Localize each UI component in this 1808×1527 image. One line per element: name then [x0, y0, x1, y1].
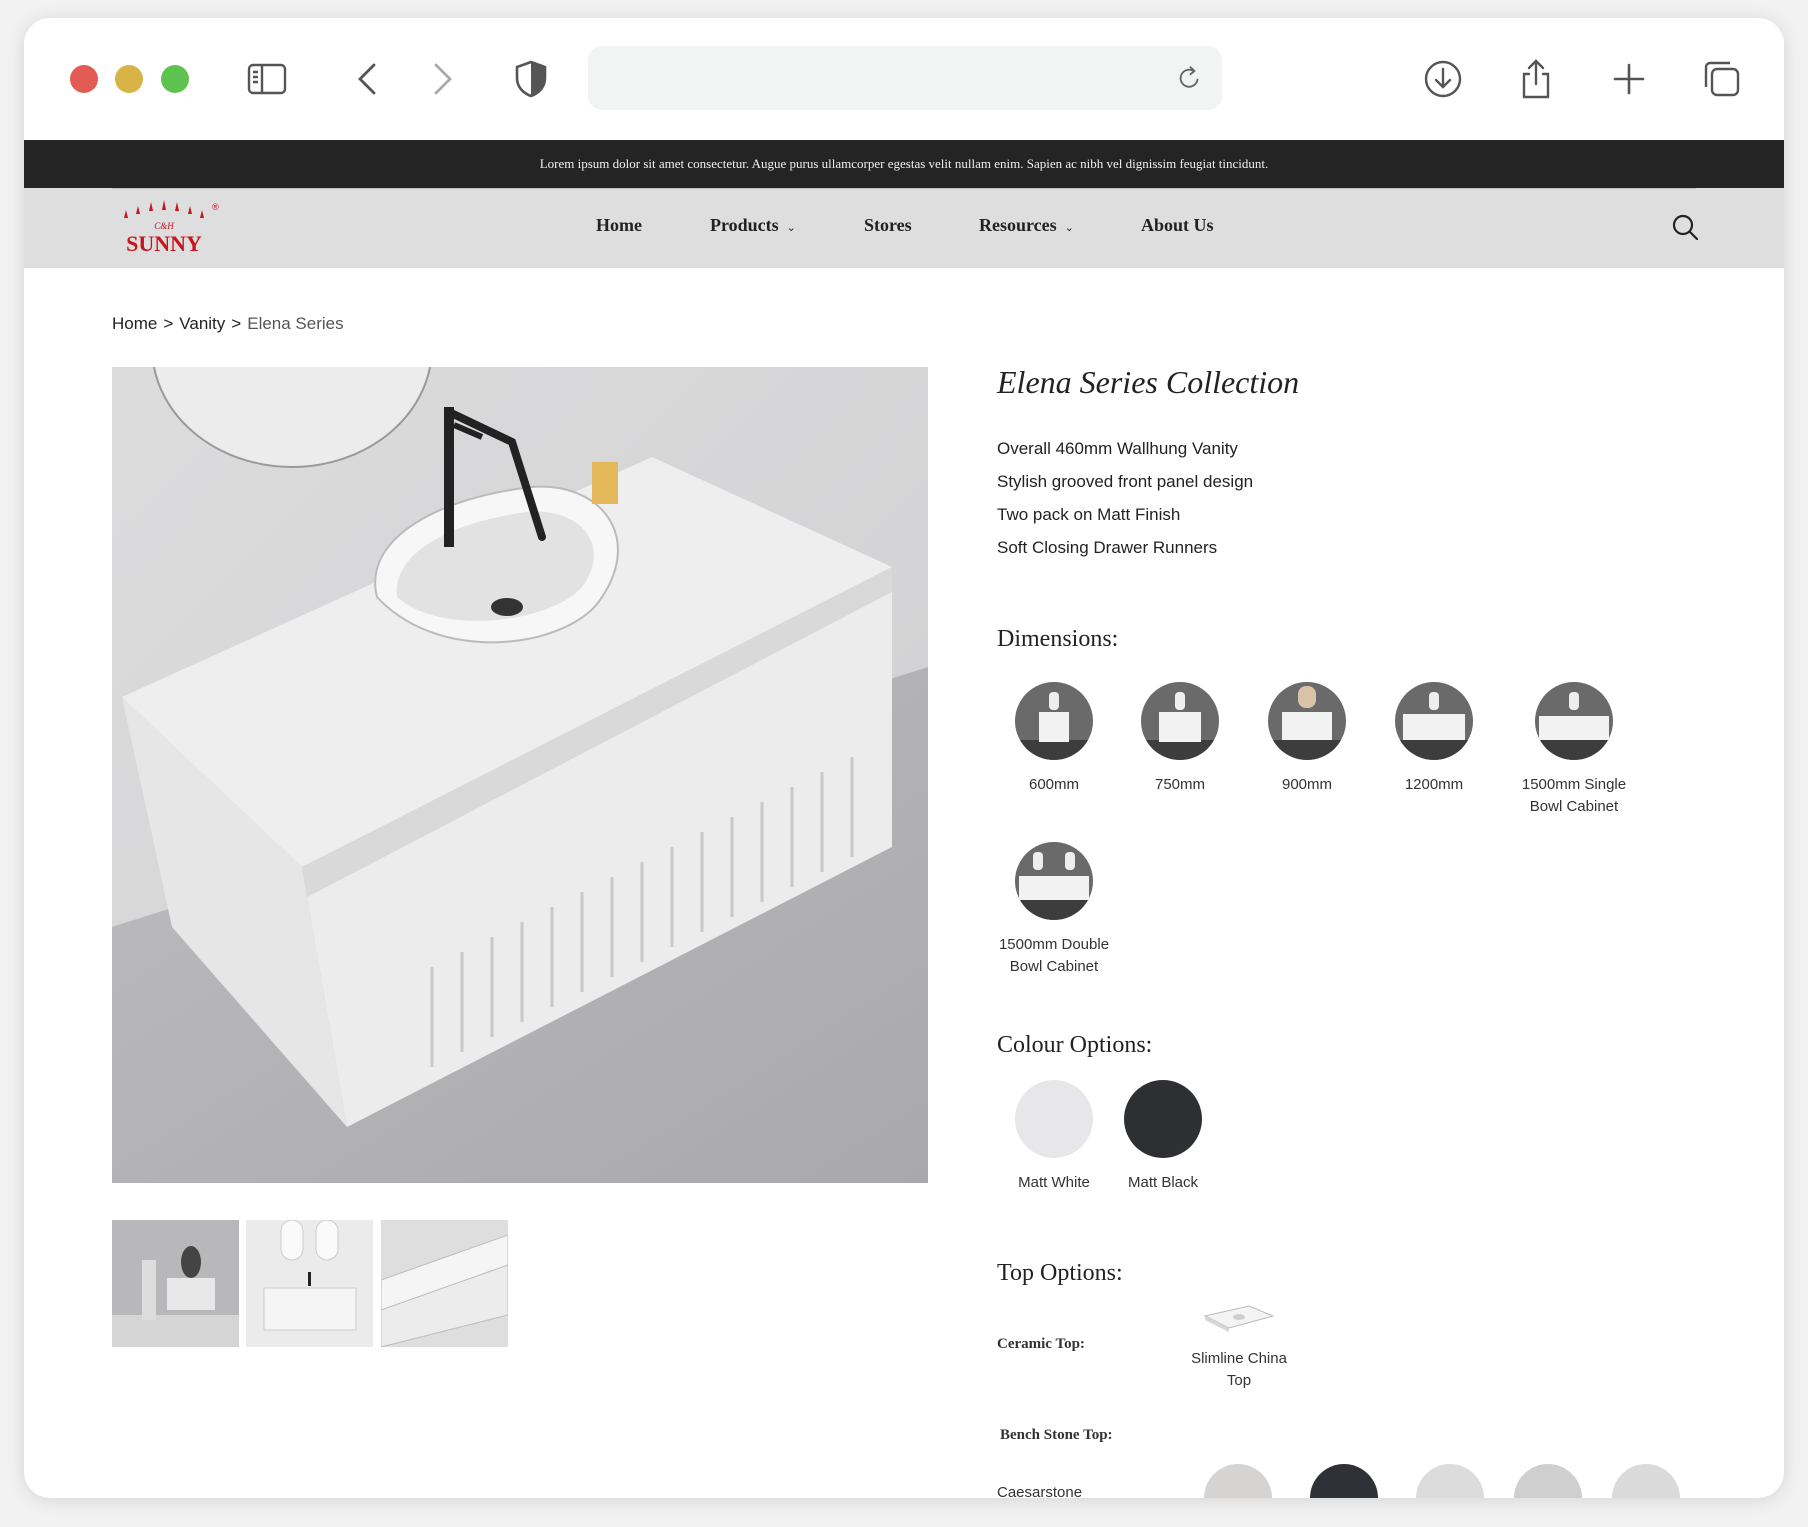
nav-item-label: Stores: [864, 215, 912, 235]
nav-item-resources[interactable]: Resources ⌄: [979, 215, 1074, 236]
sidebar-toggle-icon[interactable]: [244, 56, 290, 102]
feature-item: Soft Closing Drawer Runners: [997, 538, 1218, 557]
dimension-thumbnail: [1141, 682, 1219, 760]
product-title: Elena Series Collection: [997, 364, 1300, 400]
new-tab-icon[interactable]: [1606, 56, 1652, 102]
dimension-label: 900mm: [1281, 776, 1333, 793]
search-icon[interactable]: [1670, 212, 1700, 242]
stone-swatch[interactable]: [1416, 1464, 1484, 1498]
browser-toolbar: [24, 18, 1784, 140]
breadcrumb-home[interactable]: Home: [112, 314, 157, 333]
download-icon[interactable]: [1420, 56, 1466, 102]
dimension-label: 750mm: [1154, 776, 1206, 793]
breadcrumb: Home > Vanity > Elena Series: [112, 314, 344, 334]
nav-divider: [112, 188, 1696, 189]
product-thumbnail[interactable]: [381, 1220, 508, 1347]
site-navbar: C&H SUNNY ® Home Products ⌄ Stores Resou…: [24, 188, 1784, 268]
brand-top-text: C&H: [154, 221, 174, 231]
dimension-label: Bowl Cabinet: [1009, 958, 1099, 975]
brand-name-text: SUNNY: [126, 231, 202, 256]
colour-option-matt-white[interactable]: Matt White: [1007, 1080, 1101, 1191]
dimension-label: 600mm: [1028, 776, 1080, 793]
nav-item-products[interactable]: Products ⌄: [710, 215, 796, 236]
announcement-text: Lorem ipsum dolor sit amet consectetur. …: [539, 156, 1269, 171]
breadcrumb-separator: >: [231, 314, 242, 333]
share-icon[interactable]: [1513, 56, 1559, 102]
dimension-option-750mm[interactable]: 750mm: [1124, 682, 1236, 796]
dimension-label: 1500mm Double: [998, 936, 1110, 953]
chevron-down-icon: ⌄: [1064, 221, 1074, 234]
dimension-option-1500mm-double[interactable]: 1500mm Double Bowl Cabinet: [984, 842, 1124, 978]
product-thumbnail[interactable]: [246, 1220, 373, 1347]
back-icon[interactable]: [346, 56, 392, 102]
top-option-label: Slimline China: [1191, 1350, 1287, 1367]
shield-icon[interactable]: [508, 56, 554, 102]
top-option-slimline-china[interactable]: Slimline China Top: [1174, 1298, 1304, 1392]
colour-swatch: [1124, 1080, 1202, 1158]
dimension-option-1200mm[interactable]: 1200mm: [1378, 682, 1490, 796]
stone-swatch[interactable]: [1612, 1464, 1680, 1498]
product-main-image[interactable]: [112, 367, 928, 1183]
nav-item-about-us[interactable]: About Us: [1141, 215, 1214, 236]
dimension-label: Bowl Cabinet: [1529, 798, 1619, 815]
brand-logo[interactable]: C&H SUNNY ®: [112, 196, 222, 256]
close-window-button[interactable]: [70, 65, 98, 93]
dimension-option-900mm[interactable]: 900mm: [1251, 682, 1363, 796]
product-features-list: Overall 460mm Wallhung Vanity Stylish gr…: [997, 432, 1253, 564]
top-options-heading: Top Options:: [997, 1260, 1123, 1286]
colour-swatch: [1015, 1080, 1093, 1158]
address-bar[interactable]: [588, 46, 1222, 110]
stone-brand-label: Caesarstone: [997, 1484, 1083, 1498]
nav-item-label: Home: [596, 215, 642, 235]
dimensions-heading: Dimensions:: [997, 626, 1119, 652]
dimension-option-1500mm-single[interactable]: 1500mm Single Bowl Cabinet: [1494, 682, 1654, 818]
browser-window: Lorem ipsum dolor sit amet consectetur. …: [24, 18, 1784, 1498]
announcement-bar: Lorem ipsum dolor sit amet consectetur. …: [24, 140, 1784, 188]
bench-stone-top-label: Bench Stone Top:: [1000, 1427, 1113, 1443]
dimension-label: 1500mm Single: [1521, 776, 1627, 793]
brand-registered-mark: ®: [212, 202, 219, 212]
zoom-window-button[interactable]: [161, 65, 189, 93]
dimension-label: 1200mm: [1404, 776, 1464, 793]
colour-label: Matt Black: [1127, 1174, 1199, 1191]
tab-overview-icon[interactable]: [1699, 56, 1745, 102]
breadcrumb-separator: >: [163, 314, 174, 333]
stone-swatch[interactable]: [1310, 1464, 1378, 1498]
colour-options-heading: Colour Options:: [997, 1032, 1153, 1058]
breadcrumb-current: Elena Series: [247, 314, 344, 333]
nav-item-label: Products: [710, 215, 779, 235]
forward-icon[interactable]: [418, 56, 464, 102]
nav-item-home[interactable]: Home: [596, 215, 642, 236]
nav-item-stores[interactable]: Stores: [864, 215, 912, 236]
top-option-label: Top: [1226, 1372, 1252, 1389]
nav-item-label: Resources: [979, 215, 1057, 235]
feature-item: Two pack on Matt Finish: [997, 505, 1181, 524]
slimline-top-thumbnail: [1174, 1298, 1304, 1338]
feature-item: Overall 460mm Wallhung Vanity: [997, 439, 1238, 458]
chevron-down-icon: ⌄: [786, 221, 796, 234]
feature-item: Stylish grooved front panel design: [997, 472, 1254, 491]
stone-swatch[interactable]: [1514, 1464, 1582, 1498]
colour-option-matt-black[interactable]: Matt Black: [1116, 1080, 1210, 1191]
dimension-thumbnail: [1015, 682, 1093, 760]
breadcrumb-vanity[interactable]: Vanity: [179, 314, 225, 333]
ceramic-top-label: Ceramic Top:: [997, 1336, 1085, 1352]
dimension-thumbnail: [1535, 682, 1613, 760]
dimension-thumbnail: [1015, 842, 1093, 920]
dimension-thumbnail: [1395, 682, 1473, 760]
minimize-window-button[interactable]: [115, 65, 143, 93]
nav-item-label: About Us: [1141, 215, 1214, 235]
reload-icon[interactable]: [1166, 55, 1212, 101]
dimension-option-600mm[interactable]: 600mm: [998, 682, 1110, 796]
colour-label: Matt White: [1018, 1174, 1090, 1191]
product-thumbnail[interactable]: [112, 1220, 239, 1347]
dimension-thumbnail: [1268, 682, 1346, 760]
stone-swatch[interactable]: [1204, 1464, 1272, 1498]
